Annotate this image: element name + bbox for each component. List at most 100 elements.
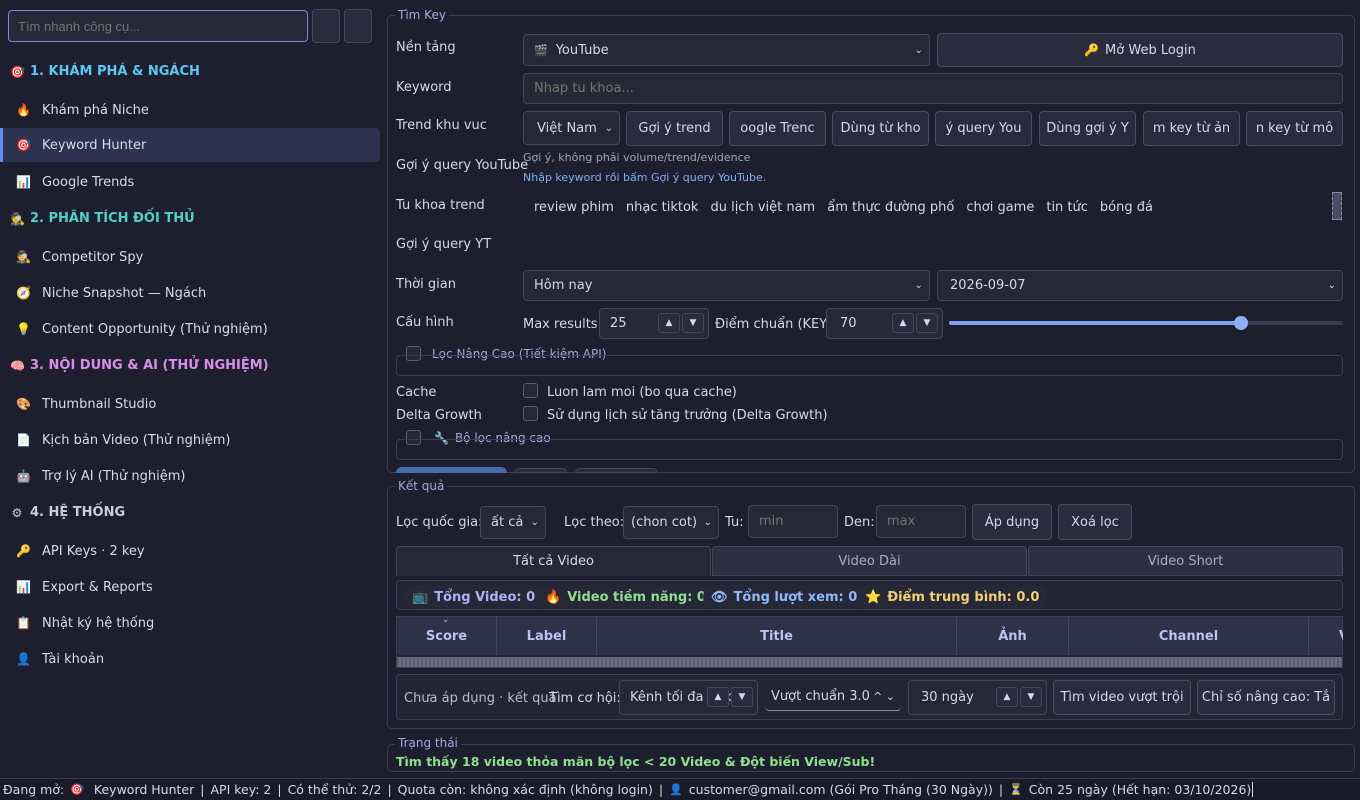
table-hscrollbar[interactable] [397,657,1342,667]
section-phan-tich: 🕵 2. PHÂN TÍCH ĐỐI THỦ [10,211,195,226]
use-youtube-suggest-button[interactable]: Dùng gợi ý Y [1039,111,1136,146]
hidden-tab-1[interactable] [396,467,507,473]
trend-chip[interactable]: du lịch việt nam [710,200,815,215]
hidden-tab-2[interactable] [515,468,567,473]
time-value: Hôm nay [534,278,593,293]
find-outstanding-video-button[interactable]: Tìm video vượt trội [1053,680,1191,715]
trend-scrollbar[interactable] [1332,192,1342,220]
caret-down-icon[interactable]: ▼ [731,687,753,707]
trend-region-label: Trend khu vuc [396,118,487,133]
sidebar-item-keyword-hunter[interactable]: 🎯 Keyword Hunter [0,128,380,162]
from-label: Tu: [725,515,744,530]
region-select[interactable]: Việt Nam ⌄ [523,111,620,145]
chart-icon: 📊 [16,175,31,189]
country-select[interactable]: ất cả ⌄ [480,506,546,539]
sidebar-button-2[interactable] [344,9,372,43]
date-value: 2026-09-07 [950,278,1026,293]
slider-handle[interactable] [1233,316,1248,330]
sidebar-item-niche-snapshot[interactable]: 🧭 Niche Snapshot — Ngách [0,276,380,310]
trend-chip[interactable]: tin tức [1046,200,1088,215]
sidebar-item-competitor-spy[interactable]: 🕵 Competitor Spy [0,240,380,274]
trend-chip[interactable]: chơi game [966,200,1034,215]
sidebar-item-label: Competitor Spy [42,249,144,265]
sidebar-item-kham-pha-niche[interactable]: 🔥 Khám phá Niche [0,93,380,127]
caret-up-icon[interactable]: ▲ [996,687,1018,707]
score-slider[interactable] [949,316,1343,330]
hidden-tab-3[interactable] [575,468,658,473]
time-select[interactable]: Hôm nay ⌄ [523,270,930,301]
tool-search-input[interactable] [8,10,308,42]
caret-down-icon[interactable]: ▼ [1020,687,1042,707]
sidebar-item-tai-khoan[interactable]: 👤 Tài khoản [0,642,380,676]
max-results-label: Max results: [523,317,602,332]
min-input[interactable] [748,505,838,538]
sidebar-item-api-keys[interactable]: 🔑 API Keys · 2 key [0,534,380,568]
trend-chip[interactable]: bóng đá [1100,200,1153,215]
section-he-thong: ⚙ 4. HỆ THỐNG [10,505,126,520]
date-select[interactable]: 2026-09-07 ⌄ [937,270,1343,301]
filter-column-value: (chon cot) [631,515,698,530]
open-web-login-button[interactable]: 🔑 Mở Web Login [937,33,1343,67]
yt-query-label: Gợi ý query YouTube [396,158,529,173]
sidebar-item-kich-ban[interactable]: 📄 Kịch bản Video (Thử nghiệm) [0,423,380,457]
tab-short-videos[interactable]: Video Short [1028,546,1343,576]
status-current-page: Keyword Hunter [93,782,195,797]
caret-up-icon[interactable]: ▲ [707,687,729,707]
max-input[interactable] [876,505,966,538]
exceed-threshold-spinbox[interactable]: Vượt chuẩn 3.0 ^ ⌄ [765,683,901,711]
key-icon: 🔑 [1084,43,1100,57]
key-from-description-button[interactable]: n key từ mô [1246,111,1343,146]
platform-label: Nền tảng [396,40,456,55]
hint-instruction: Nhập keyword rồi bấm Gợi ý query YouTube… [523,171,767,184]
cache-checkbox[interactable] [523,383,538,398]
column-channel[interactable]: Channel [1069,617,1309,655]
sidebar-item-tro-ly-ai[interactable]: 🤖 Trợ lý AI (Thử nghiệm) [0,459,380,493]
column-views[interactable]: V [1309,617,1343,655]
caret-down-icon[interactable]: ▼ [916,313,938,333]
max-results-spinbox[interactable]: 25 ▲ ▼ [599,308,709,339]
trend-chip[interactable]: ẩm thực đường phố [827,200,954,215]
caret-up-icon[interactable]: ▲ [658,313,680,333]
use-stored-keyword-button[interactable]: Dùng từ kho [832,111,929,146]
separator: | [998,782,1004,797]
sidebar-item-label: Thumbnail Studio [42,396,157,412]
trend-suggest-button[interactable]: Gợi ý trend [626,111,723,146]
stat-text: Tổng lượt xem: 0 [733,589,858,605]
sidebar-item-export[interactable]: 📊 Export & Reports [0,570,380,604]
sidebar-item-label: Niche Snapshot — Ngách [42,285,207,301]
caret-down-icon[interactable]: ▼ [682,313,704,333]
column-image[interactable]: Ảnh [957,617,1069,655]
sidebar-item-google-trends[interactable]: 📊 Google Trends [0,165,380,199]
advanced-filter-group [396,355,1343,376]
chevron-down-icon: ⌄ [914,280,923,291]
trend-chip[interactable]: nhạc tiktok [626,200,699,215]
cache-label: Cache [396,385,437,400]
column-label[interactable]: Label [497,617,597,655]
days-spinbox[interactable]: 30 ngày ▲ ▼ [908,680,1047,715]
caret-up-icon[interactable]: ▲ [892,313,914,333]
tab-long-videos[interactable]: Video Dài [712,546,1027,576]
fire-icon: 🔥 [545,589,562,605]
separator: | [387,782,392,797]
youtube-query-button[interactable]: ý query You [935,111,1032,146]
sidebar-item-content-opportunity[interactable]: 💡 Content Opportunity (Thử nghiệm) [0,312,380,346]
filter-column-select[interactable]: (chon cot) ⌄ [623,506,719,539]
apply-button[interactable]: Áp dụng [972,504,1052,540]
google-trends-button[interactable]: oogle Trenc [729,111,826,146]
tab-all-videos[interactable]: Tất cả Video [396,546,711,576]
sidebar-button-1[interactable] [312,9,340,43]
trend-chip[interactable]: review phim [534,200,614,215]
delta-growth-checkbox[interactable] [523,406,538,421]
channel-max-spinbox[interactable]: Kênh tối đa 50k ▲ ▼ [619,680,758,715]
sidebar-item-label: Kịch bản Video (Thử nghiệm) [42,432,231,448]
keyword-input[interactable] [523,73,1343,104]
sidebar-item-nhat-ky[interactable]: 📋 Nhật ký hệ thống [0,606,380,640]
key-from-image-button[interactable]: m key từ ản [1143,111,1240,146]
user-icon: 👤 [16,652,31,666]
sidebar-item-thumbnail-studio[interactable]: 🎨 Thumbnail Studio [0,387,380,421]
platform-select[interactable]: 🎬 YouTube ⌄ [523,34,930,66]
score-spinbox[interactable]: 70 ▲ ▼ [826,308,943,339]
column-title[interactable]: Title [597,617,957,655]
advanced-index-button[interactable]: Chỉ số nâng cao: Tắ [1197,680,1335,715]
clear-filter-button[interactable]: Xoá lọc [1058,504,1132,540]
